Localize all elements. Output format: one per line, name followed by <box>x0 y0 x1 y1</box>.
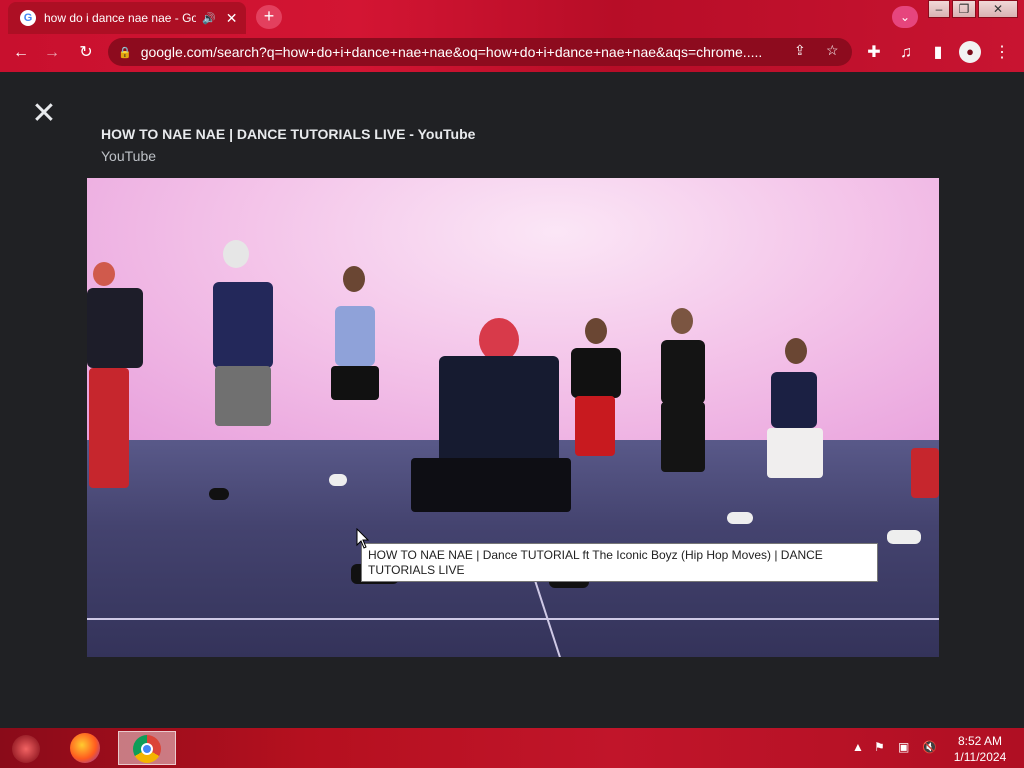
profile-icon[interactable]: ● <box>959 41 981 63</box>
tab-active[interactable]: G how do i dance nae nae - Go 🔊 ✕ <box>8 2 246 34</box>
address-bar[interactable]: 🔒 google.com/search?q=how+do+i+dance+nae… <box>108 38 852 66</box>
tab-strip: G how do i dance nae nae - Go 🔊 ✕ + ⌄ – … <box>0 0 1024 34</box>
forward-arrow-icon[interactable]: → <box>40 42 64 64</box>
image-viewer: ✕ HOW TO NAE NAE | DANCE TUTORIALS LIVE … <box>0 72 1024 728</box>
start-button[interactable] <box>6 731 46 765</box>
clock-time: 8:52 AM <box>957 734 1003 748</box>
dancer-figure <box>727 338 837 528</box>
reload-icon[interactable]: ↻ <box>74 42 98 64</box>
volume-muted-icon[interactable]: 🔇 <box>922 740 937 754</box>
action-center-flag-icon[interactable]: ⚑ <box>874 740 885 754</box>
address-url: google.com/search?q=how+do+i+dance+nae+n… <box>140 44 763 60</box>
system-clock[interactable]: 8:52 AM 1/11/2024 <box>946 733 1014 765</box>
close-window-button[interactable]: ✕ <box>978 0 1018 18</box>
dancer-figure <box>195 238 275 503</box>
dancer-figure <box>647 308 717 518</box>
tab-search-icon[interactable]: ⌄ <box>892 6 918 28</box>
kebab-menu-icon[interactable]: ⋮ <box>990 42 1014 64</box>
video-thumbnail[interactable] <box>87 178 939 657</box>
title-tooltip: HOW TO NAE NAE | Dance TUTORIAL ft The I… <box>361 543 878 582</box>
media-control-icon[interactable]: ♫ <box>894 42 918 64</box>
dancer-figure <box>87 258 147 528</box>
video-title[interactable]: HOW TO NAE NAE | DANCE TUTORIALS LIVE - … <box>101 126 475 142</box>
firefox-icon[interactable] <box>62 731 108 765</box>
tab-title: how do i dance nae nae - Go <box>44 11 196 25</box>
dancer-figure <box>325 266 385 486</box>
windows-taskbar: ▲ ⚑ ▣ 🔇 8:52 AM 1/11/2024 <box>0 728 1024 768</box>
share-icon[interactable]: ⇪ <box>794 42 806 59</box>
puzzle-icon[interactable]: ✚ <box>862 42 886 64</box>
maximize-button[interactable]: ❐ <box>952 0 976 18</box>
floor-line <box>87 618 939 620</box>
browser-chrome: G how do i dance nae nae - Go 🔊 ✕ + ⌄ – … <box>0 0 1024 72</box>
back-arrow-icon[interactable]: ← <box>9 42 33 64</box>
tab-close-icon[interactable]: ✕ <box>226 10 238 27</box>
dancer-figure <box>887 448 939 548</box>
lock-icon[interactable]: 🔒 <box>118 46 132 59</box>
new-tab-button[interactable]: + <box>256 5 282 29</box>
chrome-icon[interactable] <box>118 731 176 765</box>
dancer-figure <box>563 318 627 478</box>
star-icon[interactable]: ☆ <box>826 42 839 59</box>
clock-date: 1/11/2024 <box>953 750 1007 764</box>
minimize-button[interactable]: – <box>928 0 950 18</box>
audio-playing-icon[interactable]: 🔊 <box>202 12 216 25</box>
google-favicon-icon: G <box>20 10 36 26</box>
video-source[interactable]: YouTube <box>101 148 156 164</box>
network-icon[interactable]: ▣ <box>898 740 909 754</box>
close-viewer-button[interactable]: ✕ <box>30 99 58 129</box>
side-panel-icon[interactable]: ▮ <box>926 42 950 64</box>
show-hidden-icons-icon[interactable]: ▲ <box>852 740 864 754</box>
